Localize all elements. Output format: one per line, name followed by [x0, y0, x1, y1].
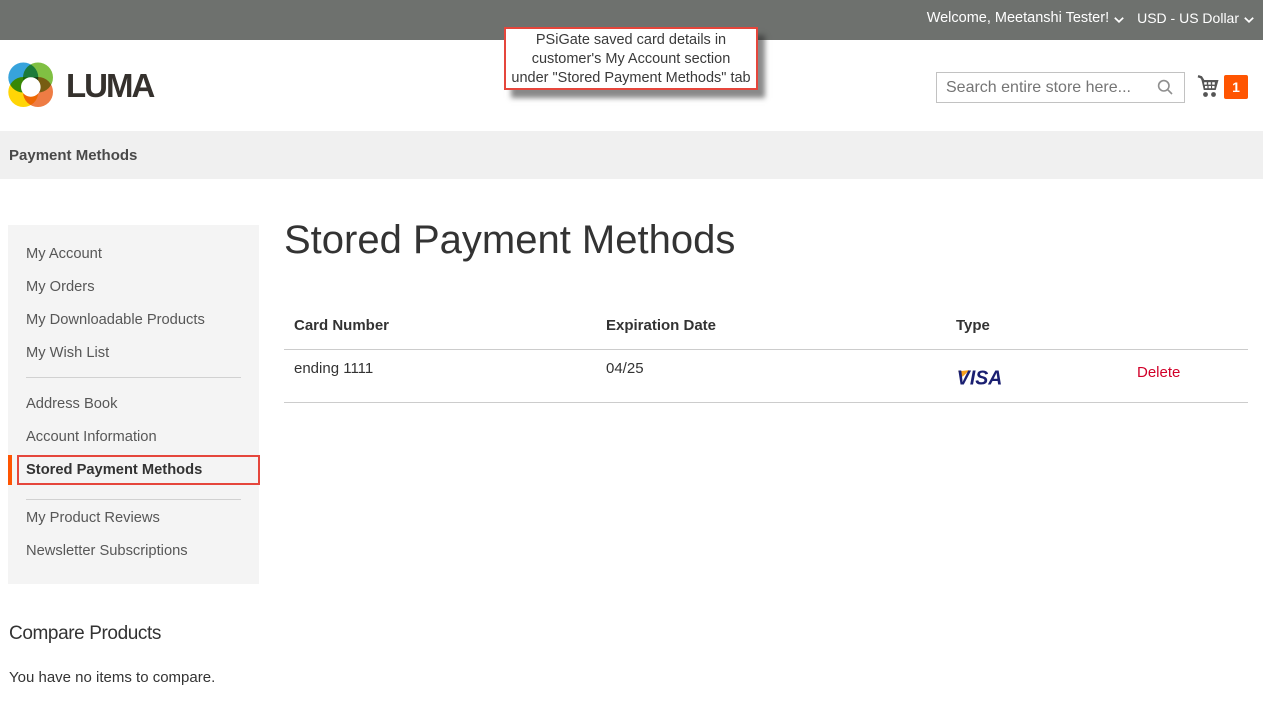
svg-text:VISA: VISA	[958, 370, 1001, 385]
